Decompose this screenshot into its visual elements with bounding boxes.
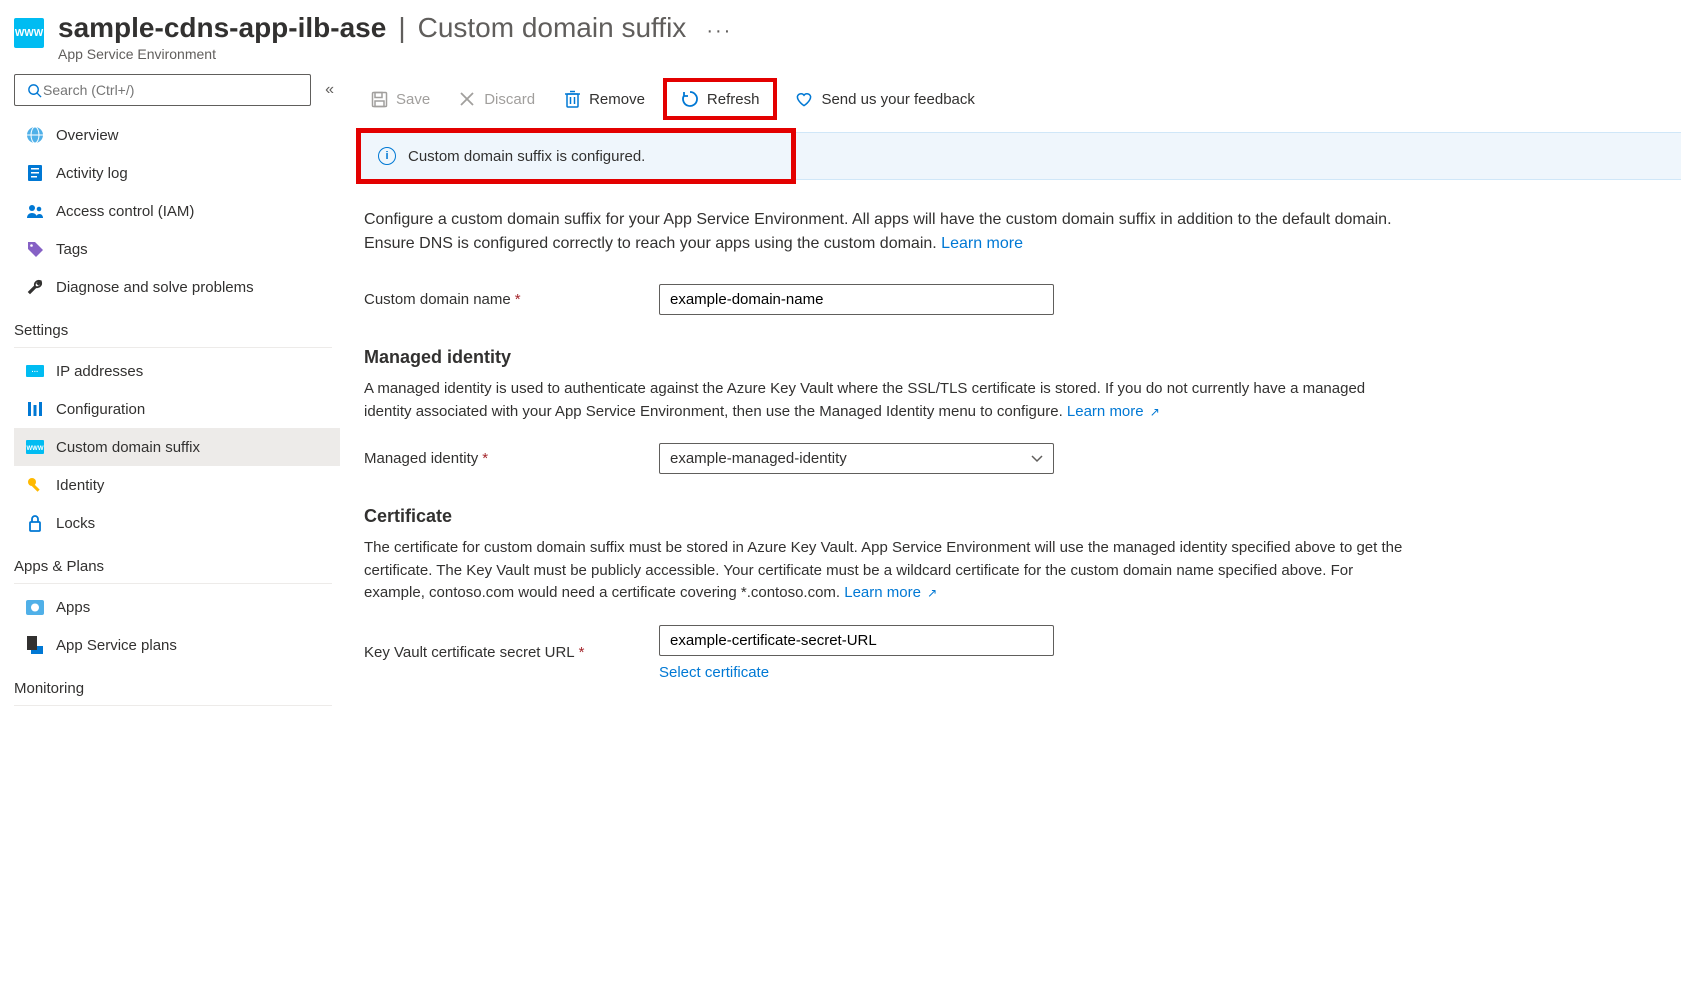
refresh-button[interactable]: Refresh: [671, 84, 770, 114]
www-icon: WWW: [26, 438, 44, 456]
search-icon: [25, 81, 43, 99]
sidebar-section-apps-plans: Apps & Plans: [14, 542, 340, 583]
resource-type-subtitle: App Service Environment: [58, 46, 1681, 62]
managed-identity-heading: Managed identity: [364, 347, 1412, 368]
sidebar-item-label: Custom domain suffix: [56, 439, 200, 456]
sidebar-item-label: Locks: [56, 515, 95, 532]
lock-icon: [26, 514, 44, 532]
svg-text:···: ···: [32, 369, 39, 376]
resource-icon: WWW: [14, 18, 44, 48]
search-box[interactable]: [14, 74, 311, 106]
save-button: Save: [360, 84, 440, 114]
chevron-down-icon: [1031, 455, 1043, 463]
sidebar-item-label: Configuration: [56, 401, 145, 418]
discard-label: Discard: [484, 91, 535, 108]
sidebar-item-label: Apps: [56, 599, 90, 616]
sidebar-section-settings: Settings: [14, 306, 340, 347]
custom-domain-input[interactable]: [659, 284, 1054, 315]
tag-icon: [26, 240, 44, 258]
heart-icon: [795, 90, 813, 108]
remove-button[interactable]: Remove: [553, 84, 655, 114]
globe-icon: [26, 126, 44, 144]
search-input[interactable]: [43, 82, 300, 98]
more-button[interactable]: ···: [698, 20, 740, 43]
info-banner: i Custom domain suffix is configured.: [360, 132, 1681, 180]
plan-icon: [26, 636, 44, 654]
managed-identity-select[interactable]: example-managed-identity: [659, 443, 1054, 474]
learn-more-link-cert[interactable]: Learn more ↗: [844, 584, 937, 601]
feedback-button[interactable]: Send us your feedback: [785, 84, 984, 114]
main-content: Save Discard Remove Refresh: [340, 66, 1681, 982]
sidebar-item-label: Identity: [56, 477, 104, 494]
bars-icon: [26, 400, 44, 418]
sidebar-item-label: Tags: [56, 241, 88, 258]
page-title: Custom domain suffix: [418, 12, 687, 44]
sidebar-item-label: IP addresses: [56, 363, 143, 380]
info-icon: i: [378, 147, 396, 165]
sidebar-item-label: Activity log: [56, 165, 128, 182]
sidebar-item-tags[interactable]: Tags: [14, 230, 340, 268]
sidebar-item-activity-log[interactable]: Activity log: [14, 154, 340, 192]
kv-secret-label: Key Vault certificate secret URL*: [364, 644, 659, 661]
key-icon: [26, 476, 44, 494]
sidebar-item-access-control[interactable]: Access control (IAM): [14, 192, 340, 230]
resource-name: sample-cdns-app-ilb-ase: [58, 12, 386, 44]
managed-identity-label: Managed identity*: [364, 450, 659, 467]
sidebar-item-diagnose[interactable]: Diagnose and solve problems: [14, 268, 340, 306]
svg-text:WWW: WWW: [27, 446, 44, 452]
external-link-icon: ↗: [1150, 405, 1160, 419]
toolbar: Save Discard Remove Refresh: [340, 66, 1681, 132]
log-icon: [26, 164, 44, 182]
people-icon: [26, 202, 44, 220]
sidebar-item-locks[interactable]: Locks: [14, 504, 340, 542]
learn-more-link-mi[interactable]: Learn more ↗: [1067, 403, 1160, 420]
info-banner-message: Custom domain suffix is configured.: [408, 148, 645, 165]
ip-icon: ···: [26, 362, 44, 380]
sidebar: « Overview Activity log Access control (…: [0, 66, 340, 982]
sidebar-item-label: Access control (IAM): [56, 203, 194, 220]
trash-icon: [563, 90, 581, 108]
select-certificate-link[interactable]: Select certificate: [659, 664, 1054, 681]
discard-icon: [458, 90, 476, 108]
learn-more-link[interactable]: Learn more: [941, 235, 1023, 252]
save-label: Save: [396, 91, 430, 108]
refresh-label: Refresh: [707, 91, 760, 108]
page-title-separator: |: [398, 12, 405, 44]
kv-secret-input[interactable]: [659, 625, 1054, 656]
feedback-label: Send us your feedback: [821, 91, 974, 108]
sidebar-item-overview[interactable]: Overview: [14, 116, 340, 154]
refresh-icon: [681, 90, 699, 108]
intro-description: Configure a custom domain suffix for you…: [364, 208, 1412, 256]
sidebar-item-ip-addresses[interactable]: ··· IP addresses: [14, 352, 340, 390]
collapse-sidebar-button[interactable]: «: [325, 81, 334, 99]
managed-identity-description: A managed identity is used to authentica…: [364, 378, 1412, 423]
custom-domain-label: Custom domain name*: [364, 291, 659, 308]
sidebar-item-identity[interactable]: Identity: [14, 466, 340, 504]
sidebar-item-configuration[interactable]: Configuration: [14, 390, 340, 428]
discard-button: Discard: [448, 84, 545, 114]
remove-label: Remove: [589, 91, 645, 108]
sidebar-item-label: Overview: [56, 127, 119, 144]
managed-identity-value: example-managed-identity: [670, 450, 847, 467]
sidebar-section-monitoring: Monitoring: [14, 664, 340, 705]
app-icon: [26, 598, 44, 616]
sidebar-item-label: App Service plans: [56, 637, 177, 654]
sidebar-item-custom-domain-suffix[interactable]: WWW Custom domain suffix: [14, 428, 340, 466]
certificate-heading: Certificate: [364, 506, 1412, 527]
sidebar-item-app-service-plans[interactable]: App Service plans: [14, 626, 340, 664]
save-icon: [370, 90, 388, 108]
certificate-description: The certificate for custom domain suffix…: [364, 537, 1412, 605]
sidebar-item-label: Diagnose and solve problems: [56, 279, 254, 296]
external-link-icon: ↗: [927, 586, 937, 600]
wrench-icon: [26, 278, 44, 296]
sidebar-item-apps[interactable]: Apps: [14, 588, 340, 626]
